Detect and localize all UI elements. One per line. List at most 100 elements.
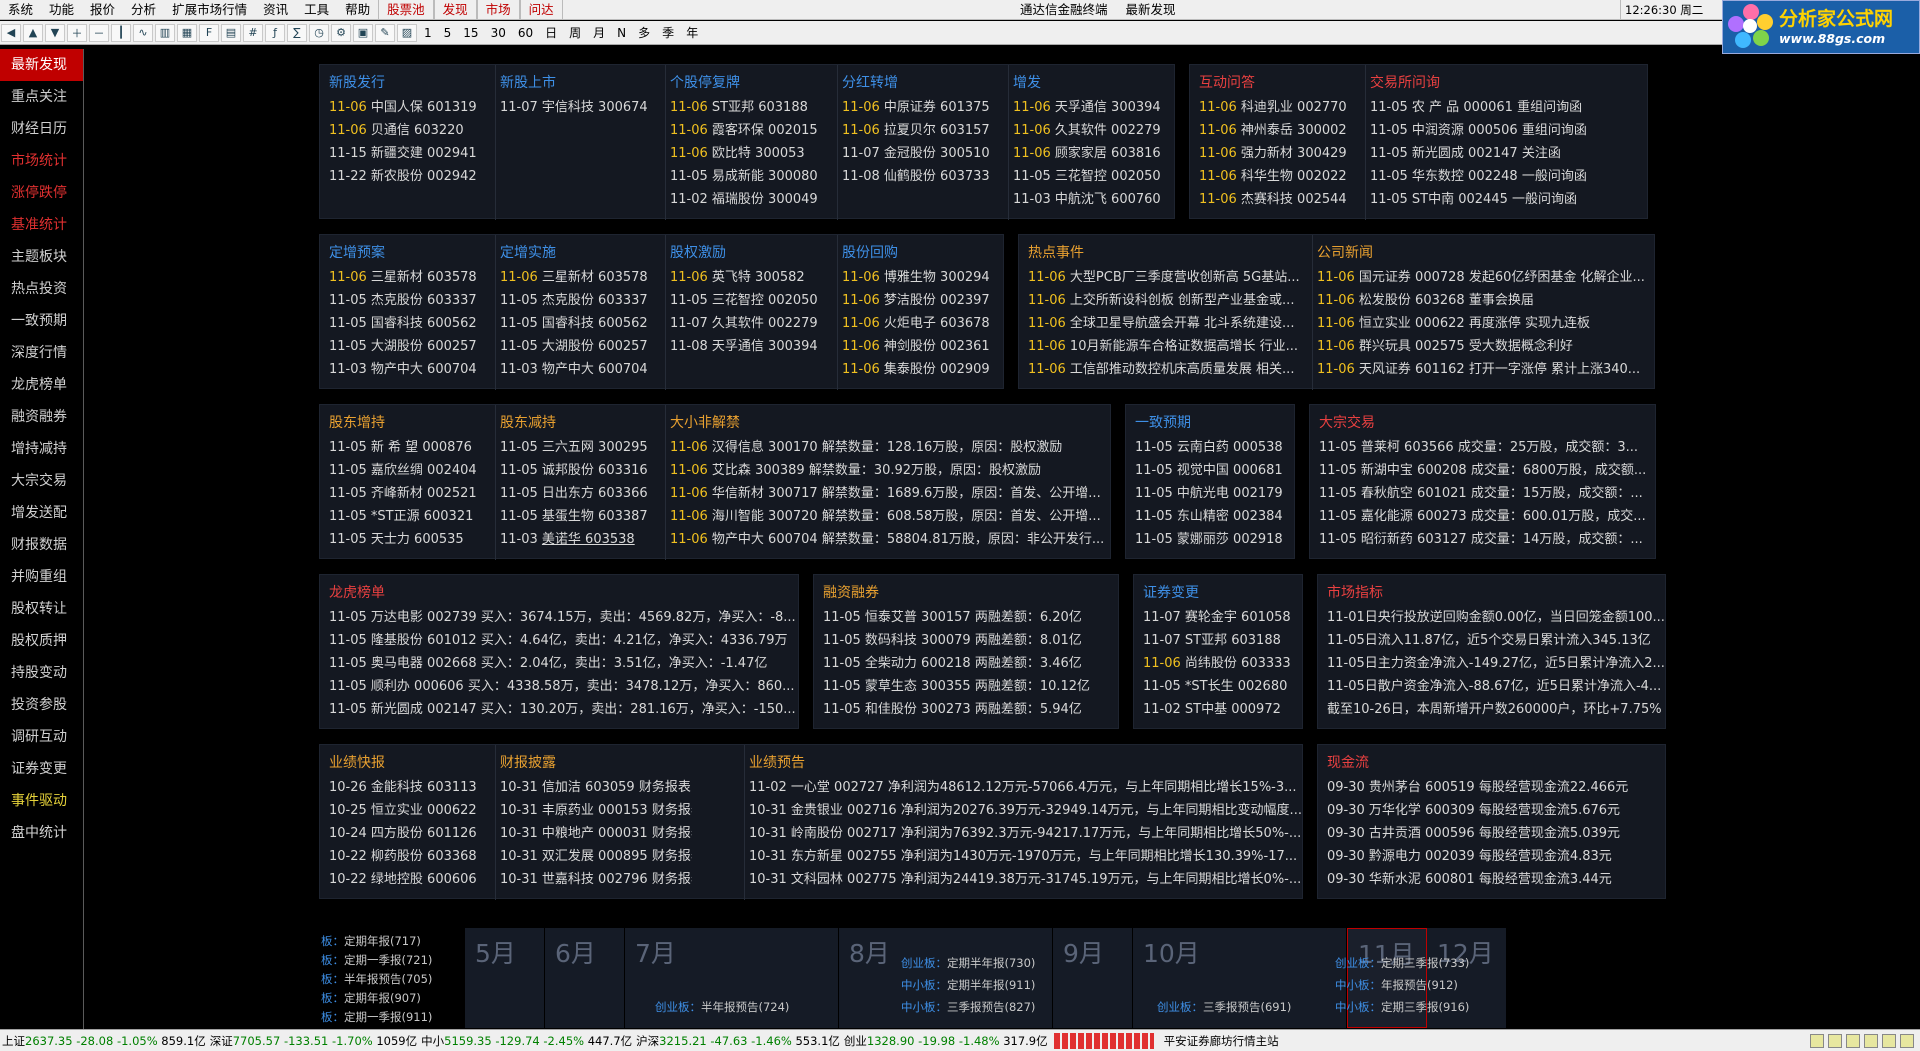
list-item[interactable]: 11-06 拉夏贝尔 603157 bbox=[842, 119, 1012, 142]
panel-title[interactable]: 定增预案 bbox=[329, 235, 491, 261]
list-item[interactable]: 11-06 霞客环保 002015 bbox=[670, 119, 840, 142]
list-item[interactable]: 11-03 物产中大 600704 bbox=[329, 358, 491, 381]
list-item[interactable]: 11-05 和佳股份 300273 两融差额：5.94亿 bbox=[823, 698, 1119, 721]
menu-stock-pool[interactable]: 股票池 bbox=[378, 0, 434, 20]
layout-icon[interactable]: ▣ bbox=[353, 23, 373, 42]
panel-title[interactable]: 一致预期 bbox=[1135, 405, 1295, 431]
pencil-icon[interactable]: ✎ bbox=[375, 23, 395, 42]
calendar-event[interactable]: 板：定期年报(717) bbox=[321, 933, 421, 949]
list-item[interactable]: 11-06 杰赛科技 002544 bbox=[1199, 188, 1359, 211]
sidebar-item[interactable]: 增发送配 bbox=[0, 497, 83, 529]
list-item[interactable]: 11-05 ST中南 002445 一般问询函 bbox=[1370, 188, 1648, 211]
calendar-event[interactable]: 中小板：定期半年报(911) bbox=[901, 977, 1035, 993]
down-icon[interactable]: ▼ bbox=[45, 23, 65, 42]
list-item[interactable]: 10-31 信加洁 603059 财务报表 bbox=[500, 776, 692, 799]
list-item[interactable]: 11-05 嘉欣丝绸 002404 bbox=[329, 459, 491, 482]
period-month[interactable]: 月 bbox=[587, 24, 611, 41]
list-item[interactable]: 10-31 中粮地产 000031 财务报表 bbox=[500, 822, 692, 845]
list-item[interactable]: 11-05 国睿科技 600562 bbox=[500, 312, 662, 335]
panel-title[interactable]: 交易所问询 bbox=[1370, 65, 1648, 91]
list-item[interactable]: 11-05 国睿科技 600562 bbox=[329, 312, 491, 335]
menu-function[interactable]: 功能 bbox=[41, 0, 82, 20]
list-item[interactable]: 11-05 嘉化能源 600273 成交量：600.01万股，成交... bbox=[1319, 505, 1655, 528]
calendar-event[interactable]: 板：定期一季报(721) bbox=[321, 952, 432, 968]
list-item[interactable]: 11-05 蒙草生态 300355 两融差额：10.12亿 bbox=[823, 675, 1119, 698]
info-icon[interactable] bbox=[1828, 1033, 1842, 1048]
list-item[interactable]: 11-22 新农股份 002942 bbox=[329, 165, 491, 188]
broker-server[interactable]: 平安证券廊坊行情主站 bbox=[1158, 1033, 1285, 1049]
list-item[interactable]: 11-05 春秋航空 601021 成交量：15万股，成交额：... bbox=[1319, 482, 1655, 505]
list-item[interactable]: 11-06 神剑股份 002361 bbox=[842, 335, 1002, 358]
message-icon[interactable] bbox=[1846, 1033, 1860, 1048]
sidebar-item[interactable]: 证券变更 bbox=[0, 753, 83, 785]
list-item[interactable]: 11-06 天孚通信 300394 bbox=[1013, 96, 1173, 119]
list-item[interactable]: 11-05 杰克股份 603337 bbox=[500, 289, 662, 312]
list-item[interactable]: 11-06 10月新能源车合格证数据高增长 行业... bbox=[1028, 335, 1308, 358]
zoom-in-icon[interactable]: ＋ bbox=[67, 23, 87, 42]
formula-icon[interactable]: ƒ bbox=[265, 23, 285, 42]
list-item[interactable]: 11-05 日出东方 603366 bbox=[500, 482, 662, 505]
list-item[interactable]: 11-05 昭衍新药 603127 成交量：14万股，成交额：... bbox=[1319, 528, 1655, 551]
list-item[interactable]: 11-06 大型PCB厂三季度营收创新高 5G基站... bbox=[1028, 266, 1308, 289]
panel-title[interactable]: 增发 bbox=[1013, 65, 1173, 91]
list-item[interactable]: 11-05 农 产 品 000061 重组问询函 bbox=[1370, 96, 1648, 119]
list-item[interactable]: 10-22 绿地控股 600606 bbox=[329, 868, 491, 891]
panel-title[interactable]: 大小非解禁 bbox=[670, 405, 1110, 431]
sidebar-item[interactable]: 并购重组 bbox=[0, 561, 83, 593]
list-item[interactable]: 10-26 金能科技 603113 bbox=[329, 776, 491, 799]
list-item[interactable]: 11-05 视觉中国 000681 bbox=[1135, 459, 1295, 482]
list-item[interactable]: 11-06 中原证券 601375 bbox=[842, 96, 1012, 119]
menu-extended-market[interactable]: 扩展市场行情 bbox=[164, 0, 255, 20]
sidebar-item[interactable]: 重点关注 bbox=[0, 81, 83, 113]
signal-icon[interactable] bbox=[1864, 1033, 1878, 1048]
kline-icon[interactable]: ┃ bbox=[111, 23, 131, 42]
list-item[interactable]: 11-06 科华生物 002022 bbox=[1199, 165, 1359, 188]
list-item[interactable]: 11-05 隆基股份 601012 买入：4.64亿，卖出：4.21亿，净买入：… bbox=[329, 629, 799, 652]
list-item[interactable]: 11-05 大湖股份 600257 bbox=[329, 335, 491, 358]
calendar-event[interactable]: 板：定期一季报(911) bbox=[321, 1009, 432, 1025]
picture-icon[interactable]: ▨ bbox=[397, 23, 417, 42]
list-item[interactable]: 11-06 海川智能 300720 解禁数量：608.58万股，原因：首发、公开… bbox=[670, 505, 1110, 528]
panel-title[interactable]: 财报披露 bbox=[500, 745, 692, 771]
panel-title[interactable]: 股东减持 bbox=[500, 405, 662, 431]
menu-analysis[interactable]: 分析 bbox=[123, 0, 164, 20]
panel-title[interactable]: 分红转增 bbox=[842, 65, 1012, 91]
line-chart-icon[interactable]: ∿ bbox=[133, 23, 153, 42]
list-item[interactable]: 11-05 蒙娜丽莎 002918 bbox=[1135, 528, 1295, 551]
list-item[interactable]: 11-07 久其软件 002279 bbox=[670, 312, 840, 335]
list-item[interactable]: 11-07 赛轮金宇 601058 bbox=[1143, 606, 1303, 629]
list-item[interactable]: 11-06 群兴玩具 002575 受大数据概念利好 bbox=[1317, 335, 1655, 358]
menu-help[interactable]: 帮助 bbox=[337, 0, 378, 20]
list-item[interactable]: 10-31 金贵银业 002716 净利润为20276.39万元-32949.1… bbox=[749, 799, 1303, 822]
list-item[interactable]: 11-05 新光圆成 002147 买入：130.20万，卖出：281.16万，… bbox=[329, 698, 799, 721]
list-item[interactable]: 11-05日散户资金净流入-88.67亿，近5日累计净流入-4... bbox=[1327, 675, 1665, 698]
list-item[interactable]: 11-06 久其软件 002279 bbox=[1013, 119, 1173, 142]
list-item[interactable]: 11-06 火炬电子 603678 bbox=[842, 312, 1002, 335]
list-item[interactable]: 10-24 四方股份 601126 bbox=[329, 822, 491, 845]
sidebar-item[interactable]: 热点投资 bbox=[0, 273, 83, 305]
period-multi[interactable]: 多 bbox=[632, 24, 656, 41]
period-day[interactable]: 日 bbox=[539, 24, 563, 41]
list-item[interactable]: 11-03 中航沈飞 600760 bbox=[1013, 188, 1173, 211]
calendar-event[interactable]: 中小板：三季报预告(827) bbox=[901, 999, 1035, 1015]
table-icon[interactable]: ▦ bbox=[177, 23, 197, 42]
list-item[interactable]: 11-06 汉得信息 300170 解禁数量：128.16万股，原因：股权激励 bbox=[670, 436, 1110, 459]
list-item[interactable]: 11-03 物产中大 600704 bbox=[500, 358, 662, 381]
panel-title[interactable]: 现金流 bbox=[1327, 745, 1665, 771]
sidebar-item[interactable]: 大宗交易 bbox=[0, 465, 83, 497]
list-item[interactable]: 11-05日主力资金净流入-149.27亿，近5日累计净流入2... bbox=[1327, 652, 1665, 675]
calendar-event[interactable]: 中小板：定期三季报(916) bbox=[1335, 999, 1469, 1015]
period-1min[interactable]: 1 bbox=[418, 26, 438, 40]
sidebar-item[interactable]: 深度行情 bbox=[0, 337, 83, 369]
list-item[interactable]: 11-05 华东数控 002248 一般问询函 bbox=[1370, 165, 1648, 188]
list-item[interactable]: 11-06 恒立实业 000622 再度涨停 实现九连板 bbox=[1317, 312, 1655, 335]
list-item[interactable]: 11-05 *ST长生 002680 bbox=[1143, 675, 1303, 698]
panel-title[interactable]: 大宗交易 bbox=[1319, 405, 1655, 431]
list-item[interactable]: 11-06 尚纬股份 603333 bbox=[1143, 652, 1303, 675]
list-item[interactable]: 11-06 三星新材 603578 bbox=[500, 266, 662, 289]
period-30min[interactable]: 30 bbox=[485, 26, 512, 40]
lock-icon[interactable] bbox=[1810, 1033, 1824, 1048]
sidebar-item[interactable]: 龙虎榜单 bbox=[0, 369, 83, 401]
panel-title[interactable]: 业绩快报 bbox=[329, 745, 491, 771]
panel-title[interactable]: 业绩预告 bbox=[749, 745, 1303, 771]
